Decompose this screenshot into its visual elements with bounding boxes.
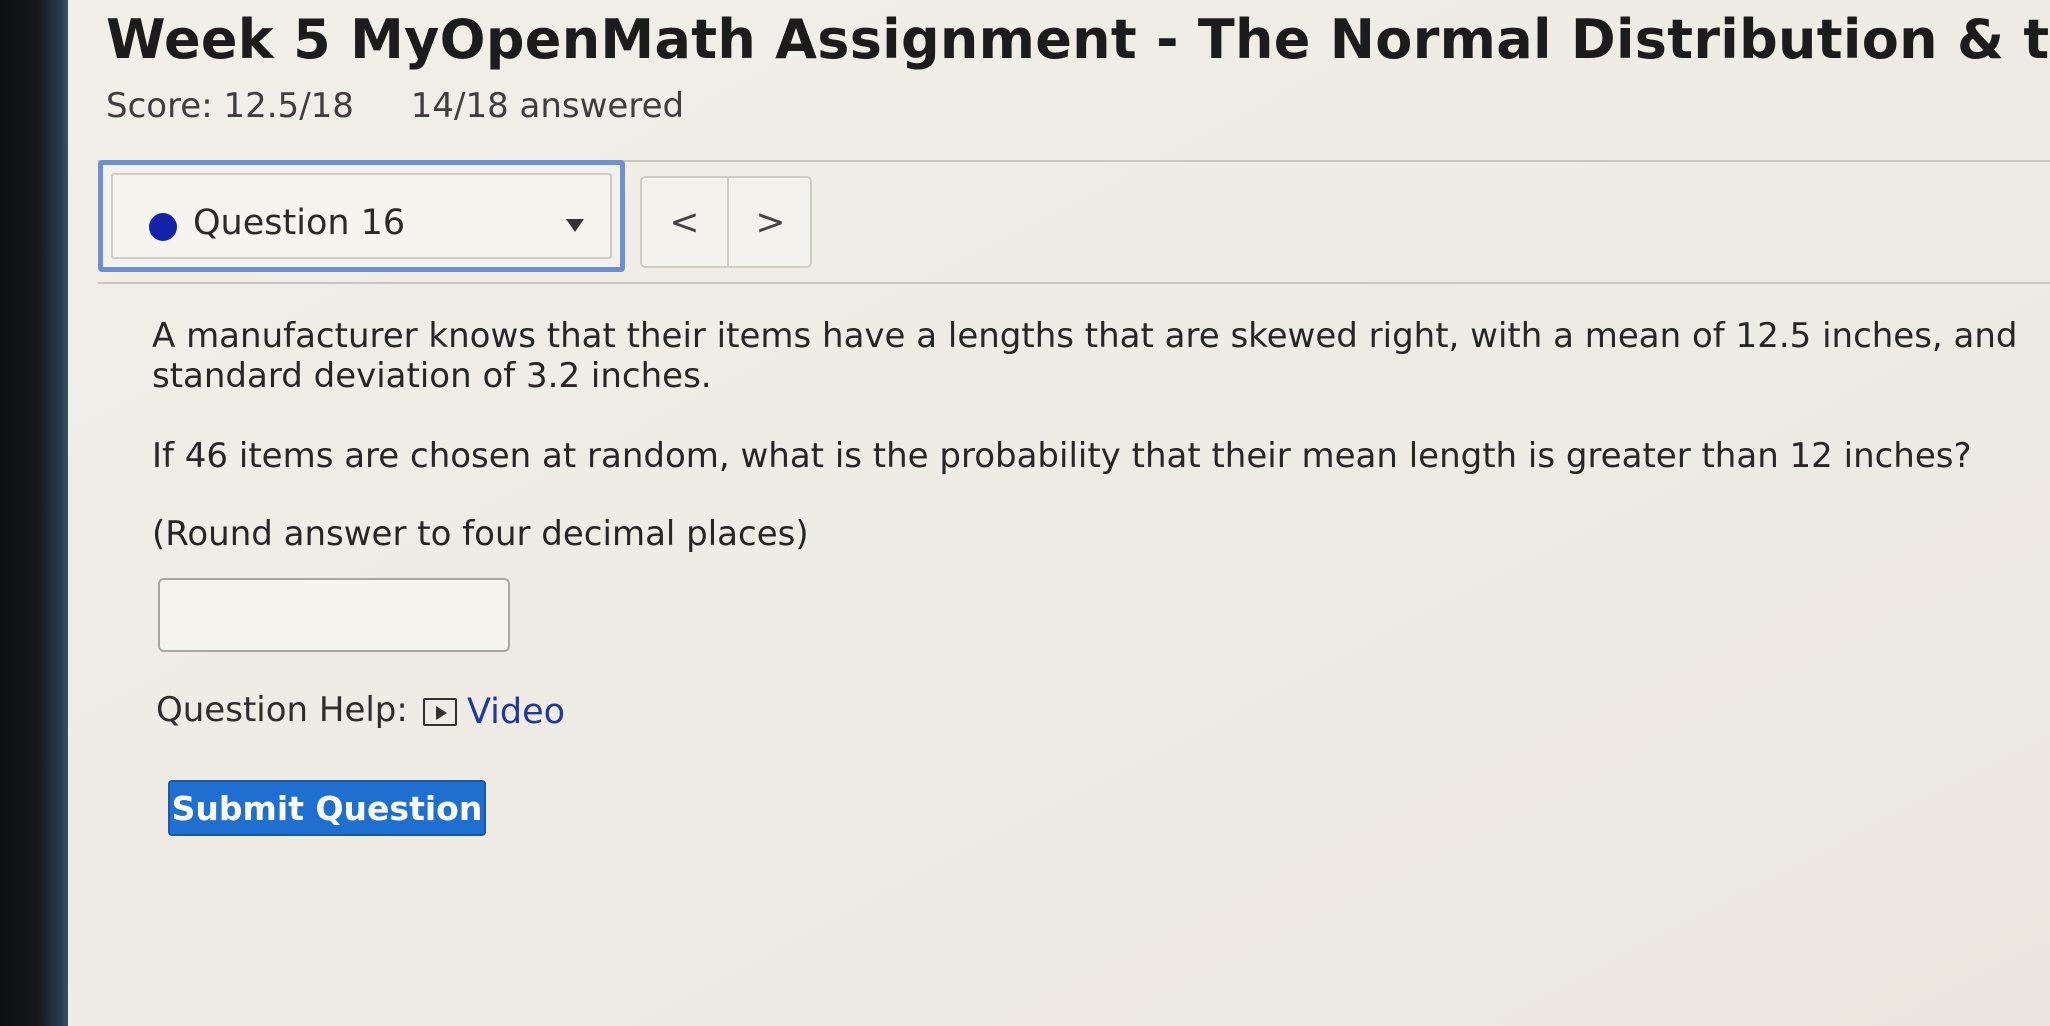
question-nav-group: < > (640, 176, 812, 268)
question-select-label: Question 16 (193, 203, 406, 243)
play-video-icon (423, 698, 457, 726)
question-help-label: Question Help: (156, 690, 408, 730)
question-select[interactable]: Question 16 (98, 160, 625, 272)
video-link-label: Video (467, 692, 566, 732)
answer-input[interactable] (158, 578, 510, 652)
submit-question-button[interactable]: Submit Question (168, 780, 486, 836)
question-text-line-2: standard deviation of 3.2 inches. (152, 356, 712, 396)
answered-count: 14/18 answered (410, 86, 685, 126)
divider-bottom (98, 282, 2050, 284)
previous-question-button[interactable]: < (642, 178, 729, 266)
dropdown-caret-icon (566, 219, 584, 232)
question-text-line-1: A manufacturer knows that their items ha… (152, 316, 2018, 356)
next-question-button[interactable]: > (728, 178, 813, 266)
rounding-instruction: (Round answer to four decimal places) (152, 514, 809, 554)
score-text: Score: 12.5/18 (106, 86, 354, 126)
video-help-link[interactable]: Video (423, 692, 565, 732)
question-status-dot (149, 213, 177, 241)
monitor-bezel (0, 0, 70, 1026)
score-summary: Score: 12.5/18 14/18 answered (106, 86, 730, 126)
question-prompt: If 46 items are chosen at random, what i… (152, 436, 1972, 476)
question-select-field[interactable]: Question 16 (111, 173, 612, 259)
page-title: Week 5 MyOpenMath Assignment - The Norma… (106, 8, 2050, 71)
assignment-page: Week 5 MyOpenMath Assignment - The Norma… (68, 0, 2050, 1026)
